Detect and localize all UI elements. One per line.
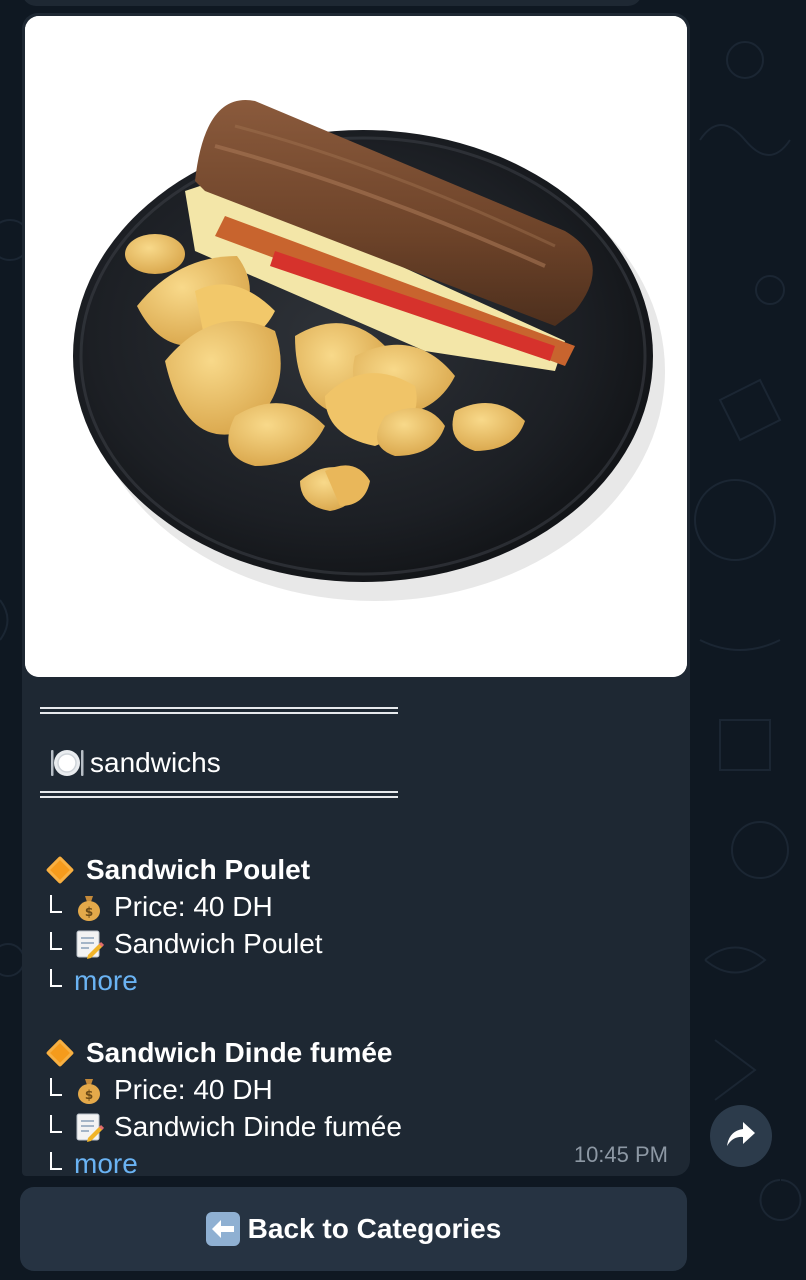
memo-icon xyxy=(74,929,105,959)
sandwich-photo[interactable] xyxy=(25,16,687,677)
tree-branch-icon xyxy=(48,1151,68,1176)
item-title: Sandwich Poulet xyxy=(86,854,311,885)
svg-text:$: $ xyxy=(85,1088,93,1102)
category-label: sandwichs xyxy=(90,747,221,778)
message-time: 10:45 PM xyxy=(573,1142,668,1167)
tree-branch-icon xyxy=(48,968,68,993)
forward-arrow-icon xyxy=(725,1120,757,1153)
item-price-row: $ Price: 40 DH xyxy=(44,1071,674,1108)
svg-text:$: $ xyxy=(85,905,93,919)
tree-branch-icon xyxy=(48,894,68,919)
category-heading: sandwichs xyxy=(48,745,221,781)
forward-button[interactable] xyxy=(710,1105,772,1167)
tree-branch-icon xyxy=(48,931,68,956)
left-arrow-icon xyxy=(205,1212,240,1246)
item-price: Price: 40 DH xyxy=(114,890,273,922)
item-title-row: Sandwich Dinde fumée xyxy=(44,1035,674,1071)
divider xyxy=(40,791,398,798)
item-description: Sandwich Dinde fumée xyxy=(114,1110,402,1142)
item-price-row: $ Price: 40 DH xyxy=(44,888,674,925)
bot-message-bubble: sandwichs Sandwich Poulet $ Price: 40 DH xyxy=(22,13,690,1176)
back-to-categories-label: Back to Categories xyxy=(247,1213,502,1244)
item-description-row: Sandwich Poulet xyxy=(44,925,674,962)
memo-icon xyxy=(74,1112,105,1142)
divider xyxy=(40,707,398,714)
plate-fork-knife-icon xyxy=(48,745,84,781)
previous-message-bubble xyxy=(22,0,642,6)
tree-branch-icon xyxy=(48,1077,68,1102)
menu-item: Sandwich Poulet $ Price: 40 DH Sandwich … xyxy=(44,852,674,999)
item-title-row: Sandwich Poulet xyxy=(44,852,674,888)
money-bag-icon: $ xyxy=(74,892,104,922)
more-link[interactable]: more xyxy=(74,1148,138,1177)
orange-diamond-icon xyxy=(45,855,75,885)
tree-branch-icon xyxy=(48,1114,68,1139)
back-to-categories-button[interactable]: Back to Categories xyxy=(20,1187,687,1271)
item-title: Sandwich Dinde fumée xyxy=(86,1037,393,1068)
item-description: Sandwich Poulet xyxy=(114,927,323,959)
more-link[interactable]: more xyxy=(74,965,138,997)
item-more-row: more xyxy=(44,962,674,999)
item-price: Price: 40 DH xyxy=(114,1073,273,1105)
item-description-row: Sandwich Dinde fumée xyxy=(44,1108,674,1145)
money-bag-icon: $ xyxy=(74,1075,104,1105)
orange-diamond-icon xyxy=(45,1038,75,1068)
